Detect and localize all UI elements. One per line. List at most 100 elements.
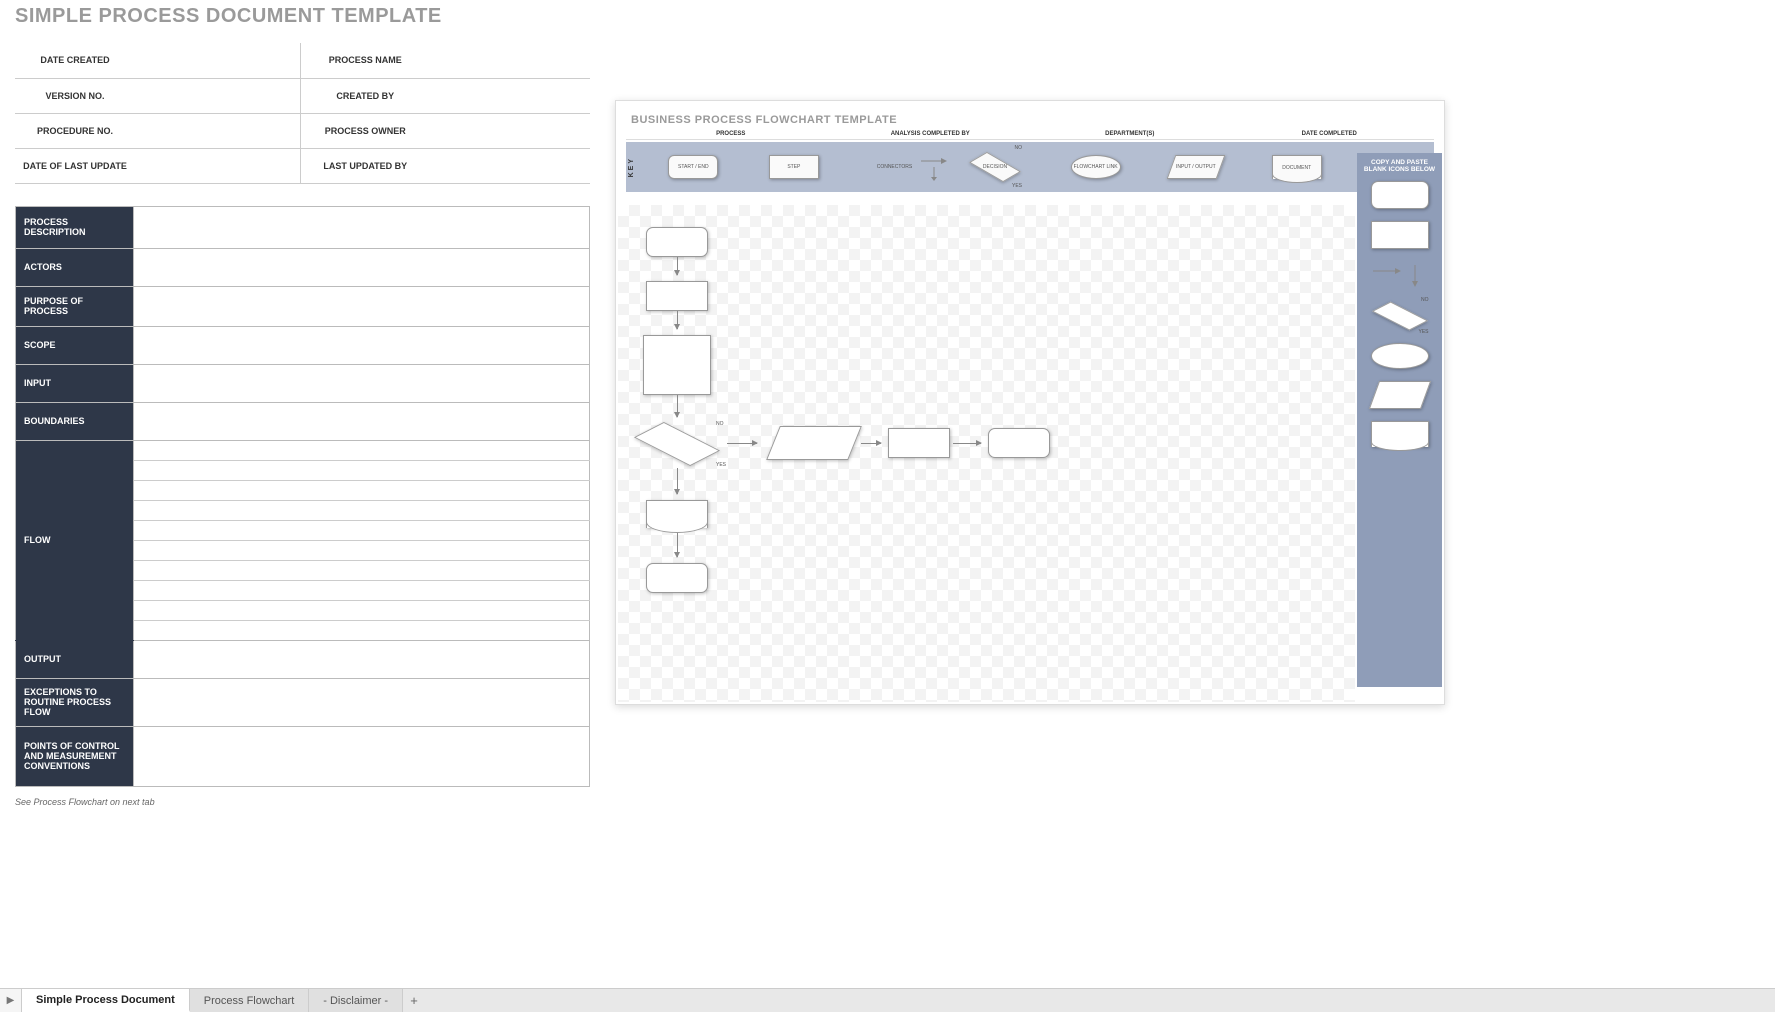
palette-connectors[interactable]: [1371, 261, 1429, 289]
legend-connectors: CONNECTORS: [844, 153, 945, 181]
tab-process-flowchart[interactable]: Process Flowchart: [190, 989, 309, 1012]
label-process-owner: PROCESS OWNER: [300, 113, 430, 148]
ellipse-shape-icon: FLOWCHART LINK: [1071, 155, 1121, 179]
flowchart-template: BUSINESS PROCESS FLOWCHART TEMPLATE PROC…: [615, 100, 1445, 705]
legend-document: DOCUMENT: [1246, 155, 1347, 179]
label-version-no: VERSION NO.: [15, 78, 135, 113]
palette-ellipse[interactable]: [1371, 343, 1429, 369]
value-purpose[interactable]: [134, 286, 590, 326]
label-process-description: PROCESS DESCRIPTION: [16, 206, 134, 248]
document-shape-icon: DOCUMENT: [1272, 155, 1322, 179]
legend-key-row: KEY START / END STEP CONNECTORS DECISION…: [626, 142, 1434, 192]
flow-row[interactable]: [134, 620, 590, 640]
value-process-description[interactable]: [134, 206, 590, 248]
label-date-created: DATE CREATED: [15, 43, 135, 78]
legend-input-output: INPUT / OUTPUT: [1146, 155, 1247, 179]
canvas-process-large-shape[interactable]: [643, 335, 711, 395]
canvas-process-shape-2[interactable]: [888, 428, 950, 458]
legend-step: STEP: [744, 155, 845, 179]
value-boundaries[interactable]: [134, 402, 590, 440]
footer-note: See Process Flowchart on next tab: [15, 797, 590, 807]
flow-row[interactable]: [134, 480, 590, 500]
flowchart-header-row: PROCESS ANALYSIS COMPLETED BY DEPARTMENT…: [626, 131, 1434, 140]
palette-document[interactable]: [1371, 421, 1429, 447]
value-version-no[interactable]: [135, 78, 300, 113]
flow-row[interactable]: [134, 520, 590, 540]
label-boundaries: BOUNDARIES: [16, 402, 134, 440]
arrow-down-icon: [677, 533, 678, 557]
flow-row[interactable]: [134, 600, 590, 620]
value-points[interactable]: [134, 726, 590, 786]
flow-row[interactable]: [134, 440, 590, 460]
palette-terminator[interactable]: [1371, 181, 1429, 209]
sections-table: PROCESS DESCRIPTION ACTORS PURPOSE OF PR…: [15, 206, 590, 787]
sheet-tab-bar: ▶ Simple Process Document Process Flowch…: [0, 988, 1775, 1012]
header-process: PROCESS: [631, 131, 831, 137]
value-scope[interactable]: [134, 326, 590, 364]
document-header-table: DATE CREATED PROCESS NAME VERSION NO. CREA…: [15, 43, 590, 184]
value-created-by[interactable]: [430, 78, 590, 113]
header-departments: DEPARTMENT(S): [1030, 131, 1230, 137]
header-analysis-by: ANALYSIS COMPLETED BY: [831, 131, 1031, 137]
label-points: POINTS OF CONTROL AND MEASUREMENT CONVEN…: [16, 726, 134, 786]
add-sheet-button[interactable]: +: [403, 993, 425, 1008]
palette-title: COPY AND PASTE BLANK ICONS BELOW: [1357, 159, 1442, 181]
label-actors: ACTORS: [16, 248, 134, 286]
label-scope: SCOPE: [16, 326, 134, 364]
page-title: SIMPLE PROCESS DOCUMENT TEMPLATE: [15, 5, 590, 28]
decision-no-label: NO: [716, 421, 724, 427]
key-label: KEY: [628, 157, 635, 177]
label-created-by: CREATED BY: [300, 78, 430, 113]
arrow-right-icon: [953, 443, 981, 444]
flowchart-title: BUSINESS PROCESS FLOWCHART TEMPLATE: [631, 114, 1434, 126]
tab-nav-icon[interactable]: ▶: [0, 989, 22, 1012]
canvas-start-shape[interactable]: [646, 227, 708, 257]
canvas-io-shape[interactable]: [766, 426, 862, 460]
value-actors[interactable]: [134, 248, 590, 286]
tab-simple-process-document[interactable]: Simple Process Document: [22, 989, 190, 1012]
arrow-right-icon: [861, 443, 881, 444]
shape-palette: COPY AND PASTE BLANK ICONS BELOW NO YES: [1357, 153, 1442, 687]
palette-process[interactable]: [1371, 221, 1429, 249]
canvas-document-shape[interactable]: [646, 500, 708, 528]
value-date-created[interactable]: [135, 43, 300, 78]
value-last-updated-by[interactable]: [430, 148, 590, 183]
value-output[interactable]: [134, 640, 590, 678]
legend-decision: DECISION NO YES: [945, 152, 1046, 182]
process-shape-icon: STEP: [769, 155, 819, 179]
value-process-name[interactable]: [430, 43, 590, 78]
flow-row[interactable]: [134, 540, 590, 560]
decision-yes-label: YES: [716, 462, 726, 468]
header-date-completed: DATE COMPLETED: [1230, 131, 1430, 137]
value-date-last-update[interactable]: [135, 148, 300, 183]
flow-row[interactable]: [134, 460, 590, 480]
label-exceptions: EXCEPTIONS TO ROUTINE PROCESS FLOW: [16, 678, 134, 726]
arrow-down-icon: [677, 311, 678, 329]
label-flow: FLOW: [16, 440, 134, 640]
flow-row[interactable]: [134, 560, 590, 580]
arrow-right-icon: [727, 443, 757, 444]
flow-row[interactable]: [134, 580, 590, 600]
tab-disclaimer[interactable]: - Disclaimer -: [309, 989, 403, 1012]
palette-decision[interactable]: NO YES: [1371, 301, 1429, 331]
value-procedure-no[interactable]: [135, 113, 300, 148]
value-input[interactable]: [134, 364, 590, 402]
value-process-owner[interactable]: [430, 113, 590, 148]
flowchart-canvas[interactable]: NO YES: [618, 205, 1355, 702]
palette-io[interactable]: [1368, 381, 1430, 409]
io-shape-icon: INPUT / OUTPUT: [1167, 155, 1226, 179]
label-process-name: PROCESS NAME: [300, 43, 430, 78]
canvas-end-shape[interactable]: [988, 428, 1050, 458]
label-last-updated-by: LAST UPDATED BY: [300, 148, 430, 183]
label-date-last-update: DATE OF LAST UPDATE: [15, 148, 135, 183]
terminator-shape-icon: START / END: [668, 155, 718, 179]
connectors-icon: CONNECTORS: [869, 153, 919, 181]
arrow-down-icon: [677, 257, 678, 275]
flow-row[interactable]: [134, 500, 590, 520]
legend-start-end: START / END: [643, 155, 744, 179]
canvas-decision-shape[interactable]: [627, 420, 727, 468]
canvas-process-shape[interactable]: [646, 281, 708, 311]
value-exceptions[interactable]: [134, 678, 590, 726]
label-procedure-no: PROCEDURE NO.: [15, 113, 135, 148]
canvas-terminator-shape[interactable]: [646, 563, 708, 593]
